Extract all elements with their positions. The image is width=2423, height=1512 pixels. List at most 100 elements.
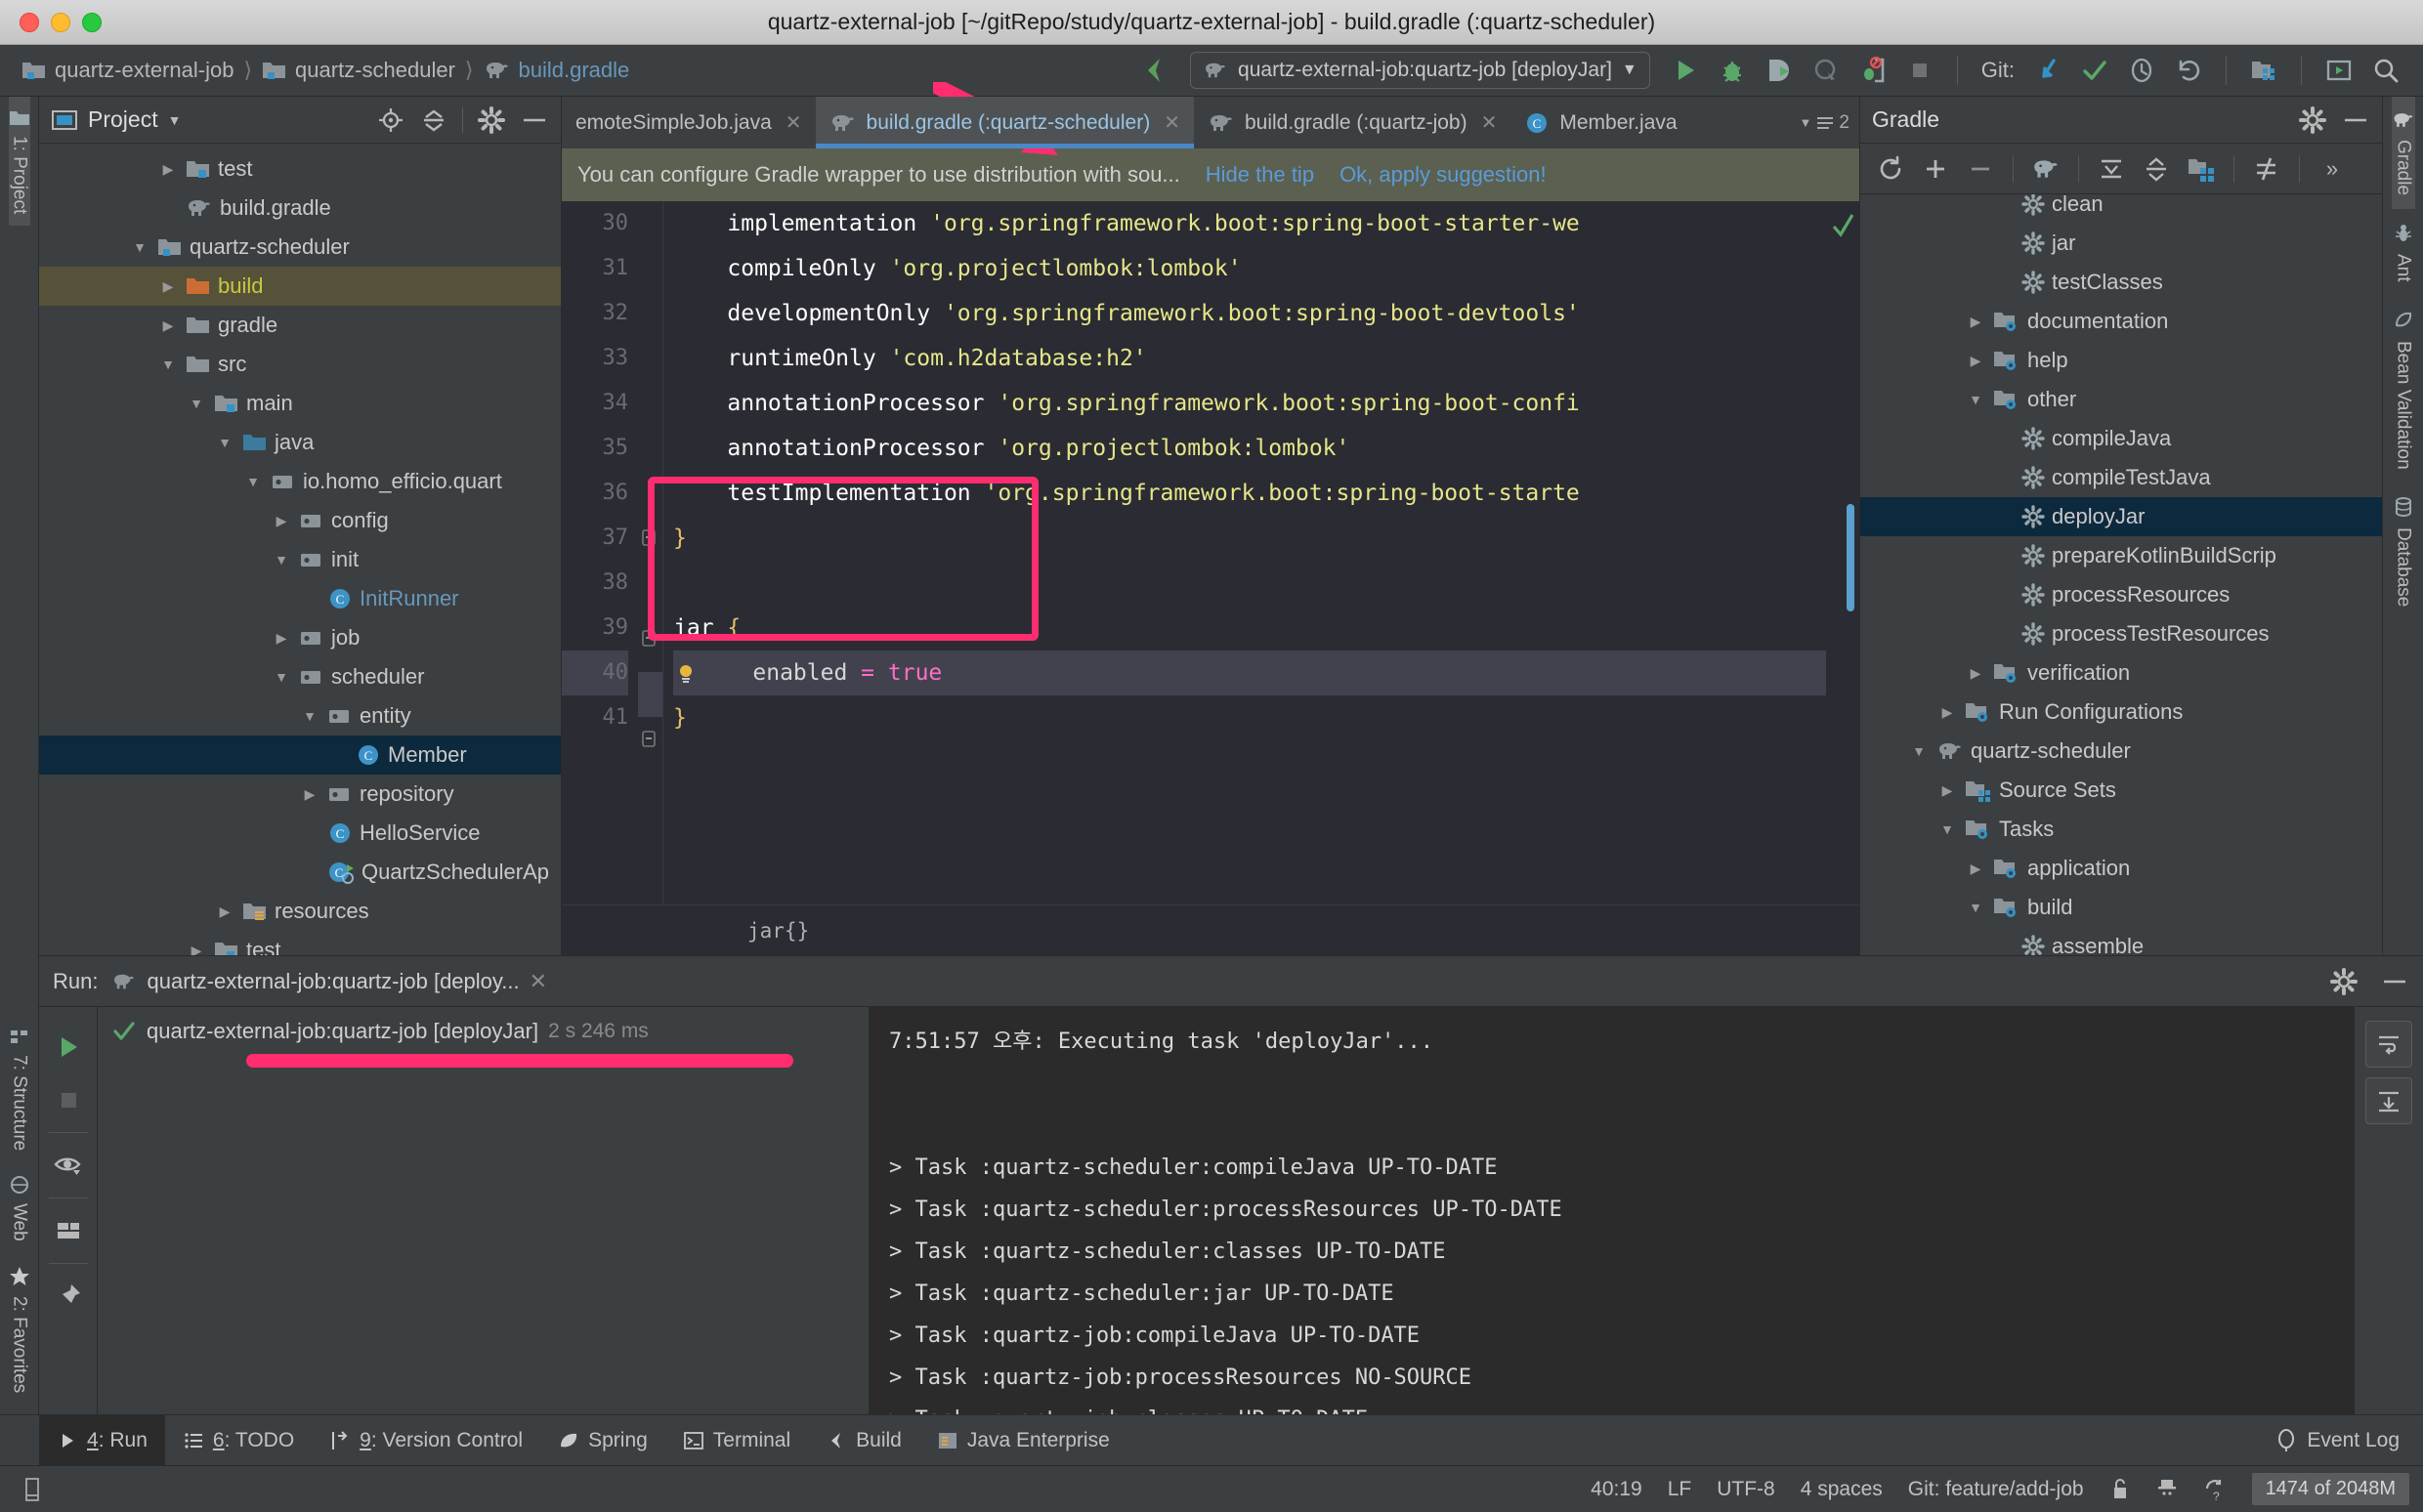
code-line[interactable]: compileOnly 'org.projectlombok:lombok' xyxy=(673,246,1826,291)
chevron-down-icon[interactable]: ▼ xyxy=(1965,900,1986,915)
tree-row[interactable]: ▶test xyxy=(39,931,561,955)
intention-bulb-icon[interactable] xyxy=(673,661,699,687)
line-separator[interactable]: LF xyxy=(1668,1478,1692,1501)
chevron-right-icon[interactable]: ▶ xyxy=(157,278,179,295)
chevron-down-icon[interactable]: ▼ xyxy=(1622,62,1637,79)
build-chevron-icon[interactable] xyxy=(1133,51,1176,90)
chevron-right-icon[interactable]: ▶ xyxy=(157,161,179,178)
fold-marker[interactable] xyxy=(638,471,662,516)
hide-icon[interactable] xyxy=(520,113,549,127)
tree-row[interactable]: deployJar xyxy=(1860,497,2382,536)
settings-gear-icon[interactable] xyxy=(2329,967,2359,996)
bottom-tool-versioncontrol[interactable]: 9: Version Control xyxy=(312,1415,540,1466)
hide-icon[interactable] xyxy=(2341,113,2370,127)
sidebar-item-project[interactable]: 1: Project xyxy=(9,97,30,226)
tree-row[interactable]: ▼entity xyxy=(39,696,561,735)
chevron-down-icon[interactable]: ▼ xyxy=(242,474,264,489)
tree-row[interactable]: ▶verification xyxy=(1860,653,2382,693)
editor-tab[interactable]: CMember.java xyxy=(1510,97,1690,148)
tree-row[interactable]: ▼init xyxy=(39,540,561,579)
caret-position[interactable]: 40:19 xyxy=(1591,1478,1642,1501)
fold-marker[interactable] xyxy=(638,381,662,426)
run-console[interactable]: 7:51:57 오후: Executing task 'deployJar'..… xyxy=(870,1007,2355,1414)
tree-row[interactable]: ▶application xyxy=(1860,849,2382,888)
bottom-tool-todo[interactable]: 6: TODO xyxy=(165,1415,312,1466)
chevron-right-icon[interactable]: ▶ xyxy=(1936,704,1958,721)
event-log-button[interactable]: Event Log xyxy=(2275,1429,2423,1452)
code-line[interactable]: } xyxy=(673,695,1826,740)
chevron-down-icon[interactable]: ▼ xyxy=(271,552,292,567)
run-configuration-selector[interactable]: quartz-external-job:quartz-job [deployJa… xyxy=(1190,52,1650,89)
run-task-row[interactable]: quartz-external-job:quartz-job [deployJa… xyxy=(98,1019,869,1044)
chevron-right-icon[interactable]: ▶ xyxy=(271,513,292,529)
tree-row[interactable]: testClasses xyxy=(1860,263,2382,302)
chevron-down-icon[interactable]: ▼ xyxy=(1965,392,1986,407)
tree-row[interactable]: CMember xyxy=(39,735,561,775)
tree-row[interactable]: CHelloService xyxy=(39,814,561,853)
chevron-down-icon[interactable]: ▼ xyxy=(1936,821,1958,837)
tree-row[interactable]: ▼java xyxy=(39,423,561,462)
tree-row[interactable]: ▶help xyxy=(1860,341,2382,380)
sidebar-item-favorites[interactable]: 2: Favorites xyxy=(8,1253,31,1405)
chevron-down-icon[interactable]: ▼ xyxy=(157,357,179,372)
code-line[interactable]: developmentOnly 'org.springframework.boo… xyxy=(673,291,1826,336)
fold-marker[interactable] xyxy=(638,336,662,381)
editor-scrollbar[interactable] xyxy=(1826,201,1859,904)
tab-list-icon[interactable] xyxy=(1815,114,1835,132)
sidebar-item-gradle[interactable]: Gradle xyxy=(2392,97,2415,209)
run-with-coverage-icon[interactable] xyxy=(1758,51,1801,90)
sidebar-item-web[interactable]: Web xyxy=(9,1162,30,1253)
tree-row[interactable]: ▶repository xyxy=(39,775,561,814)
editor-breadcrumb[interactable]: jar{} xyxy=(562,904,1859,955)
chevron-right-icon[interactable]: ▶ xyxy=(271,630,292,647)
editor-tab[interactable]: emoteSimpleJob.java✕ xyxy=(562,97,816,148)
code-line[interactable]: testImplementation 'org.springframework.… xyxy=(673,471,1826,516)
tree-row[interactable]: ▶documentation xyxy=(1860,302,2382,341)
tree-row[interactable]: processTestResources xyxy=(1860,614,2382,653)
wrap-text-icon[interactable] xyxy=(2365,1021,2412,1068)
git-branch-widget[interactable]: Git: feature/add-job xyxy=(1908,1478,2084,1501)
bottom-tool-build[interactable]: Build xyxy=(808,1415,919,1466)
tree-row[interactable]: ▶build xyxy=(39,267,561,306)
chevron-right-icon[interactable]: ▶ xyxy=(1965,665,1986,682)
chevron-down-icon[interactable]: ▼ xyxy=(1800,115,1812,130)
tree-row[interactable]: ▼quartz-scheduler xyxy=(39,228,561,267)
stop-icon[interactable] xyxy=(1898,51,1941,90)
run-tab[interactable]: quartz-external-job:quartz-job [deploy..… xyxy=(111,969,547,994)
sidebar-item-ant[interactable]: Ant xyxy=(2393,209,2414,296)
tree-row[interactable]: ▼io.homo_efficio.quart xyxy=(39,462,561,501)
tree-row[interactable]: ▼Tasks xyxy=(1860,810,2382,849)
gradle-tree[interactable]: clean jar testClasses▶documentation▶help… xyxy=(1860,194,2382,955)
tree-row[interactable]: processResources xyxy=(1860,575,2382,614)
tree-row[interactable]: ▶config xyxy=(39,501,561,540)
code-line[interactable] xyxy=(673,561,1826,606)
attach-debugger-icon[interactable] xyxy=(1851,51,1894,90)
apply-suggestion-link[interactable]: Ok, apply suggestion! xyxy=(1339,162,1547,188)
memory-indicator[interactable]: 1474 of 2048M xyxy=(2252,1473,2409,1505)
chevron-right-icon[interactable]: ▶ xyxy=(157,317,179,334)
layout-icon[interactable] xyxy=(44,1204,93,1257)
editor-tab[interactable]: build.gradle (:quartz-job)✕ xyxy=(1194,97,1510,148)
fold-marker[interactable] xyxy=(638,246,662,291)
tree-row[interactable]: CInitRunner xyxy=(39,579,561,618)
fold-marker[interactable] xyxy=(638,201,662,246)
hide-icon[interactable] xyxy=(2380,975,2409,988)
chevron-right-icon[interactable]: ▶ xyxy=(1965,314,1986,330)
editor-tab-overflow[interactable]: ▼2 xyxy=(1800,97,1859,148)
filter-eye-icon[interactable] xyxy=(44,1139,93,1192)
breadcrumb-item-module[interactable]: quartz-scheduler xyxy=(256,58,461,83)
status-left-icon[interactable] xyxy=(14,1477,53,1502)
tree-row[interactable]: ▼main xyxy=(39,384,561,423)
chevron-right-icon[interactable]: ▶ xyxy=(186,943,207,956)
expand-all-icon[interactable] xyxy=(2091,149,2132,189)
git-rollback-icon[interactable] xyxy=(2167,51,2210,90)
tree-row[interactable]: CQuartzSchedulerAp xyxy=(39,853,561,892)
tree-row[interactable]: assemble xyxy=(1860,927,2382,955)
search-everywhere-icon[interactable] xyxy=(2364,51,2407,90)
hide-tip-link[interactable]: Hide the tip xyxy=(1206,162,1314,188)
chevron-right-icon[interactable]: ▶ xyxy=(1965,353,1986,369)
chevron-down-icon[interactable]: ▼ xyxy=(1908,743,1930,759)
rerun-icon[interactable] xyxy=(44,1021,93,1073)
close-icon[interactable]: ✕ xyxy=(1481,110,1498,135)
chevron-down-icon[interactable]: ▼ xyxy=(186,396,207,411)
